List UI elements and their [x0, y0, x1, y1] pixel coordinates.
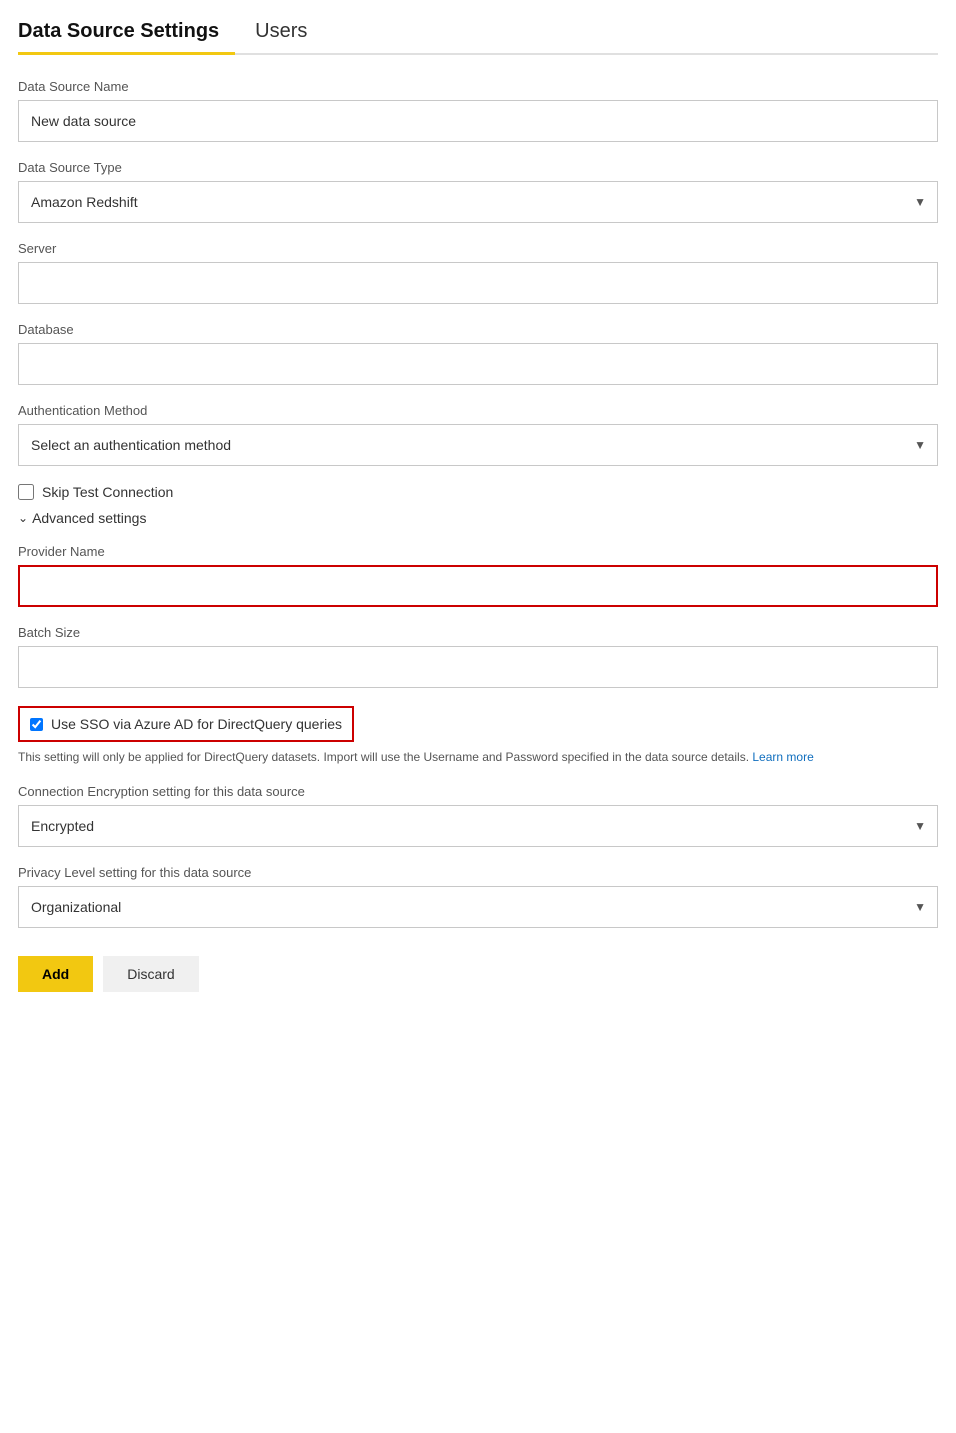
skip-test-connection-label[interactable]: Skip Test Connection: [42, 484, 173, 500]
encryption-wrapper: Encrypted Not Encrypted Not applicable ▼: [18, 805, 938, 847]
provider-name-label: Provider Name: [18, 544, 938, 559]
privacy-select[interactable]: Organizational None Public Private: [18, 886, 938, 928]
encryption-select[interactable]: Encrypted Not Encrypted Not applicable: [18, 805, 938, 847]
discard-button[interactable]: Discard: [103, 956, 198, 992]
skip-test-connection-checkbox[interactable]: [18, 484, 34, 500]
database-input[interactable]: [18, 343, 938, 385]
batch-size-label: Batch Size: [18, 625, 938, 640]
data-source-type-group: Data Source Type Amazon Redshift SQL Ser…: [18, 160, 938, 223]
encryption-label: Connection Encryption setting for this d…: [18, 784, 938, 799]
batch-size-group: Batch Size: [18, 625, 938, 688]
skip-test-connection-row: Skip Test Connection: [18, 484, 938, 500]
auth-method-wrapper: Select an authentication method Windows …: [18, 424, 938, 466]
auth-method-group: Authentication Method Select an authenti…: [18, 403, 938, 466]
advanced-settings-toggle[interactable]: ⌄ Advanced settings: [18, 510, 938, 526]
tab-header: Data Source Settings Users: [18, 0, 938, 55]
database-group: Database: [18, 322, 938, 385]
provider-name-group: Provider Name: [18, 544, 938, 607]
batch-size-input[interactable]: [18, 646, 938, 688]
data-source-type-label: Data Source Type: [18, 160, 938, 175]
sso-checkbox[interactable]: [30, 718, 43, 731]
button-row: Add Discard: [18, 956, 938, 992]
provider-name-input[interactable]: [18, 565, 938, 607]
data-source-name-group: Data Source Name: [18, 79, 938, 142]
data-source-type-wrapper: Amazon Redshift SQL Server Oracle MySQL …: [18, 181, 938, 223]
auth-method-select[interactable]: Select an authentication method Windows …: [18, 424, 938, 466]
sso-checkbox-label[interactable]: Use SSO via Azure AD for DirectQuery que…: [51, 716, 342, 732]
tab-users[interactable]: Users: [255, 14, 323, 53]
data-source-name-input[interactable]: [18, 100, 938, 142]
encryption-group: Connection Encryption setting for this d…: [18, 784, 938, 847]
data-source-type-select[interactable]: Amazon Redshift SQL Server Oracle MySQL …: [18, 181, 938, 223]
sso-checkbox-row: Use SSO via Azure AD for DirectQuery que…: [18, 706, 354, 742]
advanced-settings-chevron-icon: ⌄: [18, 511, 28, 525]
server-label: Server: [18, 241, 938, 256]
server-group: Server: [18, 241, 938, 304]
sso-note-text: This setting will only be applied for Di…: [18, 748, 938, 766]
sso-learn-more-link[interactable]: Learn more: [752, 750, 813, 764]
advanced-settings-label: Advanced settings: [32, 510, 146, 526]
auth-method-label: Authentication Method: [18, 403, 938, 418]
server-input[interactable]: [18, 262, 938, 304]
tab-data-source-settings[interactable]: Data Source Settings: [18, 14, 235, 53]
database-label: Database: [18, 322, 938, 337]
sso-section: Use SSO via Azure AD for DirectQuery que…: [18, 706, 938, 766]
privacy-group: Privacy Level setting for this data sour…: [18, 865, 938, 928]
add-button[interactable]: Add: [18, 956, 93, 992]
privacy-label: Privacy Level setting for this data sour…: [18, 865, 938, 880]
data-source-name-label: Data Source Name: [18, 79, 938, 94]
privacy-wrapper: Organizational None Public Private ▼: [18, 886, 938, 928]
